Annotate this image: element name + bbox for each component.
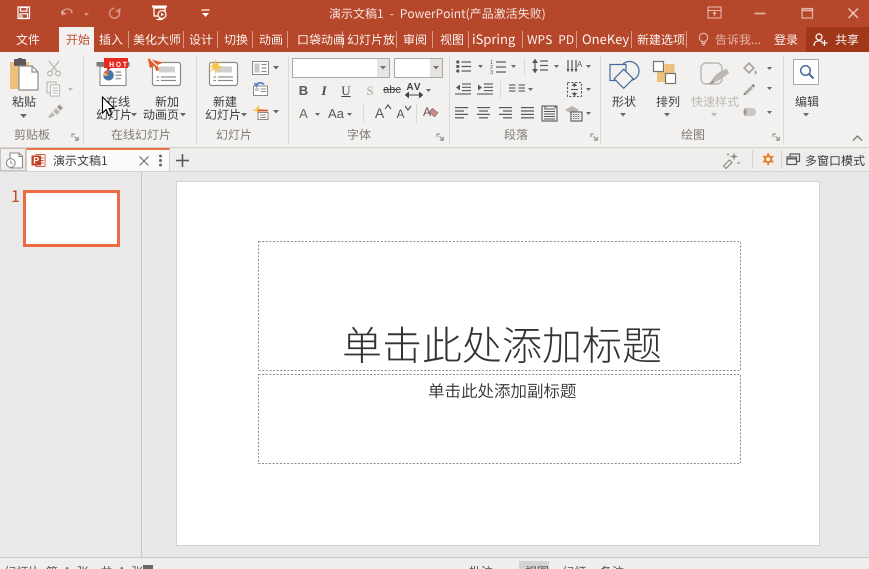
svg-text:3: 3 [490,70,493,74]
svg-text:A: A [577,60,583,69]
svg-text:P: P [33,156,39,166]
